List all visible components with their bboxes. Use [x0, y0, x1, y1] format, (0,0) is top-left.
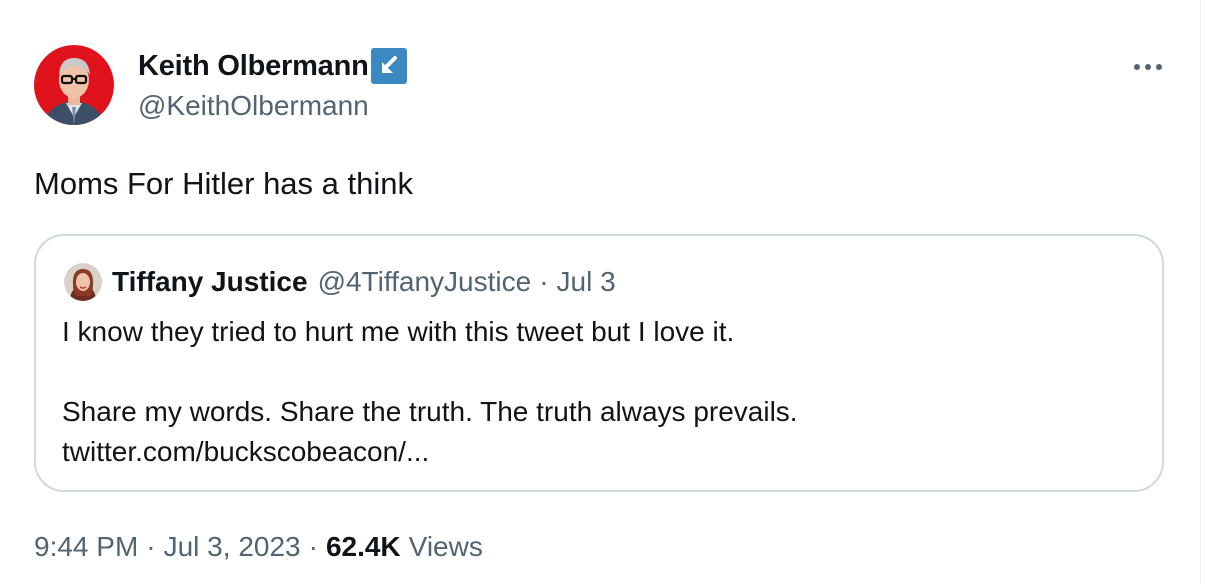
- separator-dot: ·: [308, 531, 318, 562]
- quoted-tweet-card[interactable]: Tiffany Justice @4TiffanyJustice · Jul 3…: [34, 234, 1164, 492]
- quoted-tweet-line: Share my words. Share the truth. The tru…: [62, 396, 798, 427]
- quoted-tweet-line: I know they tried to hurt me with this t…: [62, 316, 735, 347]
- tweet-text: Moms For Hitler has a think: [34, 166, 413, 201]
- quoted-tweet-date[interactable]: Jul 3: [557, 266, 616, 298]
- quoted-tweet-body: I know they tried to hurt me with this t…: [62, 312, 798, 432]
- avatar-photo-icon: [64, 263, 102, 301]
- tweet-meta: 9:44 PM · Jul 3, 2023 · 62.4K Views: [34, 528, 483, 566]
- author-handle[interactable]: @KeithOlbermann: [138, 90, 369, 122]
- tweet-date[interactable]: Jul 3, 2023: [164, 531, 301, 563]
- more-options-button[interactable]: [1128, 50, 1168, 84]
- separator-dot: ·: [146, 531, 156, 562]
- quoted-tweet-header: Tiffany Justice @4TiffanyJustice · Jul 3: [64, 262, 616, 302]
- arrow-down-left-icon: [381, 56, 397, 73]
- verified-badge-icon[interactable]: [370, 48, 407, 84]
- more-dots-icon: [1134, 64, 1162, 70]
- views-count: 62.4K: [325, 531, 401, 562]
- views-label: Views: [408, 531, 483, 562]
- quoted-author-name[interactable]: Tiffany Justice: [112, 266, 308, 298]
- timeline-divider: [1200, 0, 1201, 584]
- quoted-author-handle[interactable]: @4TiffanyJustice: [318, 266, 532, 298]
- quoted-author-avatar[interactable]: [64, 263, 102, 301]
- author-name-row: Keith Olbermann: [138, 46, 407, 86]
- separator-dot: ·: [539, 266, 549, 297]
- author-name[interactable]: Keith Olbermann: [138, 50, 369, 83]
- tweet-time[interactable]: 9:44 PM: [34, 531, 138, 563]
- author-avatar[interactable]: [34, 45, 114, 125]
- quoted-tweet-link[interactable]: twitter.com/buckscobeacon/...: [62, 432, 429, 472]
- avatar-photo-icon: [34, 45, 114, 125]
